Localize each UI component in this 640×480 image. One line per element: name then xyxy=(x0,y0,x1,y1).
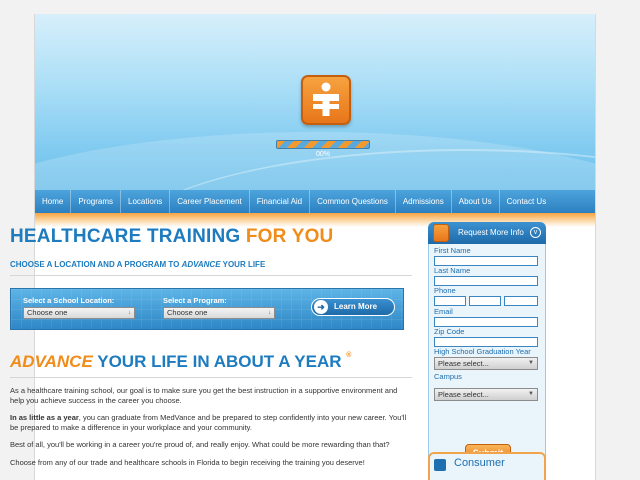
nav-item-locations[interactable]: Locations xyxy=(121,190,171,213)
chevron-down-icon: ↓ xyxy=(128,310,131,316)
arrow-right-icon: ➜ xyxy=(314,300,328,314)
campus-label: Campus xyxy=(434,372,462,381)
page-title-part1: HEALTHCARE TRAINING xyxy=(10,226,246,247)
consumer-icon xyxy=(434,459,446,471)
medvance-logo-icon xyxy=(301,75,351,125)
email-label: Email xyxy=(434,307,453,316)
last-name-field[interactable] xyxy=(434,276,538,286)
section-heading: ADVANCE YOUR LIFE IN ABOUT A YEAR ® xyxy=(10,352,412,378)
last-name-label: Last Name xyxy=(434,266,471,275)
graduate-paragraph: In as little as a year, you can graduate… xyxy=(10,413,412,432)
loading-progress-bar xyxy=(276,140,370,149)
main-nav: Home Programs Locations Career Placement… xyxy=(35,190,595,213)
logo-glyph-icon xyxy=(313,82,339,116)
learn-more-label: Learn More xyxy=(334,302,378,311)
nav-item-about-us[interactable]: About Us xyxy=(452,190,500,213)
nav-item-financial-aid[interactable]: Financial Aid xyxy=(250,190,311,213)
nav-item-contact-us[interactable]: Contact Us xyxy=(500,190,554,213)
page-subtitle: CHOOSE A LOCATION AND A PROGRAM TO ADVAN… xyxy=(10,260,412,276)
program-finder: Select a School Location: Choose one ↓ S… xyxy=(10,288,404,330)
campus-value: Please select... xyxy=(438,390,489,399)
grad-year-label: High School Graduation Year xyxy=(434,347,531,356)
school-location-value: Choose one xyxy=(27,308,68,317)
nav-item-career-placement[interactable]: Career Placement xyxy=(170,190,250,213)
grad-year-value: Please select... xyxy=(438,359,489,368)
learn-more-button[interactable]: ➜ Learn More xyxy=(311,298,395,316)
page-title-part2: FOR YOU xyxy=(245,226,334,247)
choose-paragraph: Choose from any of our trade and healthc… xyxy=(10,457,365,467)
loading-progress-text: 00% xyxy=(315,151,330,158)
intro-paragraph: As a healthcare training school, our goa… xyxy=(10,386,398,405)
career-paragraph: Best of all, you'll be working in a care… xyxy=(10,440,390,449)
section-heading-emphasis: ADVANCE xyxy=(10,352,93,371)
registered-mark: ® xyxy=(346,352,352,359)
nav-item-home[interactable]: Home xyxy=(35,190,72,213)
campus-select[interactable]: Please select... ▼ xyxy=(434,388,538,401)
nav-item-programs[interactable]: Programs xyxy=(71,190,122,213)
request-info-title: Request More Info xyxy=(458,228,524,237)
page-title: HEALTHCARE TRAINING FOR YOU xyxy=(10,226,412,248)
first-name-field[interactable] xyxy=(434,256,538,266)
zip-code-field[interactable] xyxy=(434,337,538,347)
chevron-down-icon[interactable]: v xyxy=(530,227,541,238)
subtitle-part3: YOUR LIFE xyxy=(220,260,266,269)
chevron-down-icon: ▼ xyxy=(528,391,534,397)
phone-line-field[interactable] xyxy=(504,296,538,306)
grad-year-select[interactable]: Please select... ▼ xyxy=(434,357,538,370)
program-label: Select a Program: xyxy=(163,296,227,305)
school-location-select[interactable]: Choose one ↓ xyxy=(23,307,135,319)
request-info-body: First Name Last Name Phone Email Zip Cod… xyxy=(428,244,546,466)
main-content: HEALTHCARE TRAINING FOR YOU CHOOSE A LOC… xyxy=(10,226,412,467)
chevron-down-icon: ↓ xyxy=(268,310,271,316)
subtitle-emphasis: ADVANCE xyxy=(181,260,221,269)
medvance-logo-icon xyxy=(433,224,449,242)
phone-label: Phone xyxy=(434,286,456,295)
phone-area-code-field[interactable] xyxy=(434,296,466,306)
consumer-label: Consumer xyxy=(454,457,505,469)
zip-code-label: Zip Code xyxy=(434,327,465,336)
school-location-label: Select a School Location: xyxy=(23,296,115,305)
phone-prefix-field[interactable] xyxy=(469,296,501,306)
nav-item-common-questions[interactable]: Common Questions xyxy=(310,190,396,213)
section-heading-rest: YOUR LIFE IN ABOUT A YEAR xyxy=(92,352,342,371)
nav-item-admissions[interactable]: Admissions xyxy=(396,190,452,213)
graduate-paragraph-bold: In as little as a year xyxy=(10,413,79,422)
program-value: Choose one xyxy=(167,308,208,317)
subtitle-part1: CHOOSE A LOCATION AND A PROGRAM TO xyxy=(10,260,182,269)
first-name-label: First Name xyxy=(434,246,471,255)
request-info-form: Request More Info v First Name Last Name… xyxy=(428,222,546,466)
request-info-header[interactable]: Request More Info v xyxy=(428,222,546,244)
email-field[interactable] xyxy=(434,317,538,327)
chevron-down-icon: ▼ xyxy=(528,360,534,366)
consumer-panel[interactable]: Consumer xyxy=(428,452,546,480)
hero-banner: 00% xyxy=(35,14,595,190)
program-select[interactable]: Choose one ↓ xyxy=(163,307,275,319)
